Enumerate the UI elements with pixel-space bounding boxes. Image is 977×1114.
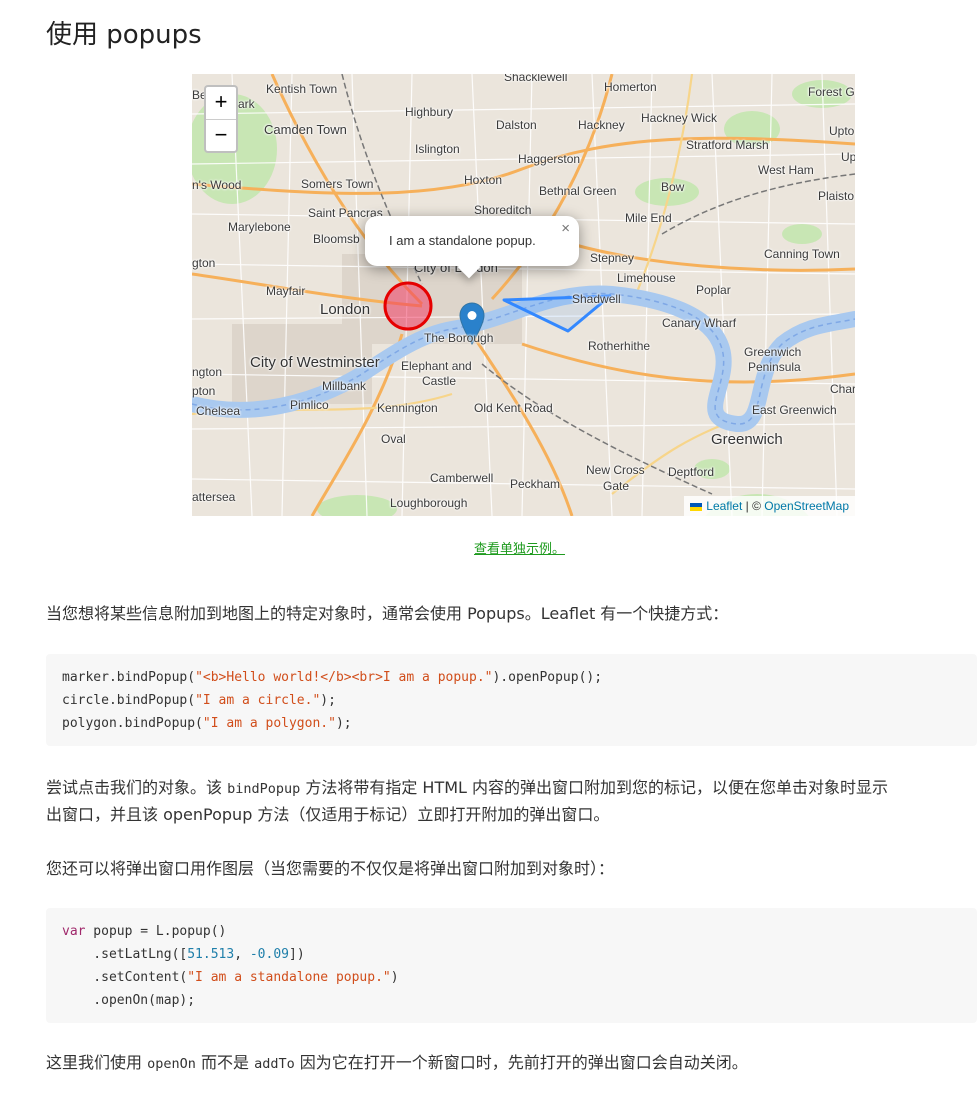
map-label: Elephant and <box>401 359 472 373</box>
map-label: New Cross <box>586 463 645 477</box>
inline-code-addto: addTo <box>254 1056 295 1072</box>
map-label: Mayfair <box>266 284 306 298</box>
map-label: East Greenwich <box>752 403 837 417</box>
circle-overlay[interactable] <box>383 281 433 331</box>
map-label: Shadwell <box>572 292 621 306</box>
map-label: Kentish Town <box>266 82 338 96</box>
map-label: Deptford <box>668 465 715 479</box>
map-label: Kennington <box>377 401 438 415</box>
zoom-in-button[interactable]: + <box>206 87 236 119</box>
standalone-popup: I am a standalone popup. × <box>365 216 579 279</box>
map-label: Hackney Wick <box>641 111 718 125</box>
layer-intro-paragraph: 您还可以将弹出窗口用作图层（当您需要的不仅仅是将弹出窗口附加到对象时）： <box>46 859 615 878</box>
map-label: Char <box>830 382 855 396</box>
map-label: Bloomsb <box>313 232 360 246</box>
map-label: Haggerston <box>518 152 581 166</box>
map-label: Dalston <box>496 118 537 132</box>
map-label: Mile End <box>625 211 672 225</box>
inline-code-openpopup: openPopup <box>163 805 253 824</box>
map-label: Pimlico <box>290 398 329 412</box>
leaflet-link[interactable]: Leaflet <box>706 499 742 513</box>
zoom-out-button[interactable]: − <box>206 119 236 151</box>
map-label: Camden Town <box>264 122 347 137</box>
map-label: Loughborough <box>390 496 468 510</box>
map-label: Peckham <box>510 477 561 491</box>
map-label: Greenwich <box>744 345 802 359</box>
map-label: Greenwich <box>711 431 783 448</box>
explain-paragraph-line2: 出窗口，并且该 openPopup 方法（仅适用于标记）立即打开附加的弹出窗口。 <box>46 805 610 824</box>
map-label: Stepney <box>590 251 635 265</box>
outro-paragraph: 这里我们使用 openOn 而不是 addTo 因为它在打开一个新窗口时，先前打… <box>46 1053 748 1072</box>
map-label: The Borough <box>424 331 494 345</box>
map-label: Hackney <box>578 118 625 132</box>
map-label: Oval <box>381 432 406 446</box>
map-label: Gate <box>603 479 630 493</box>
map-label: Millbank <box>322 379 367 393</box>
map-label: Canning Town <box>764 247 840 261</box>
explain-paragraph-line1: 尝试点击我们的对象。该 bindPopup 方法将带有指定 HTML 内容的弹出… <box>46 778 889 797</box>
map-label: Marylebone <box>228 220 291 234</box>
map-label: Shoreditch <box>474 203 532 217</box>
ukraine-flag-icon <box>690 503 703 511</box>
map-label: Castle <box>422 374 457 388</box>
map-label: Old Kent Road <box>474 401 553 415</box>
inline-code-bindpopup: bindPopup <box>227 781 301 797</box>
map-label: Hoxton <box>464 173 503 187</box>
map-label: Highbury <box>405 105 454 119</box>
popup-close-button[interactable]: × <box>561 220 570 237</box>
map-label: Plaisto <box>818 189 855 203</box>
map-label: Canary Wharf <box>662 316 737 330</box>
map-label: Chelsea <box>196 404 241 418</box>
map-label: City of Westminster <box>250 354 380 371</box>
map-label: Shacklewell <box>504 74 568 84</box>
map-label: Up <box>841 150 855 164</box>
map-label: Somers Town <box>301 177 374 191</box>
map-label: gton <box>192 256 216 270</box>
map-label: Islington <box>415 142 460 156</box>
view-example-link[interactable]: 查看单独示例。 <box>474 538 565 557</box>
map-label: Rotherhithe <box>588 339 651 353</box>
zoom-control: + − <box>204 85 238 153</box>
map-label: Bow <box>661 180 685 194</box>
map-label: Poplar <box>696 283 731 297</box>
map-label: ark <box>238 97 255 111</box>
popup-content: I am a standalone popup. <box>389 233 536 248</box>
map-label: West Ham <box>758 163 814 177</box>
intro-paragraph: 当您想将某些信息附加到地图上的特定对象时，通常会使用 Popups。Leafle… <box>46 604 729 623</box>
map-label: n's Wood <box>192 178 242 192</box>
map-label: Homerton <box>604 80 657 94</box>
page-title: 使用 popups <box>46 20 202 50</box>
leaflet-map[interactable]: Shacklewell Homerton Forest G Kentish To… <box>192 74 855 516</box>
map-label: Stratford Marsh <box>686 138 769 152</box>
openstreetmap-link[interactable]: OpenStreetMap <box>764 499 849 513</box>
map-label: Upto <box>829 124 855 138</box>
map-label: Camberwell <box>430 471 494 485</box>
map-label: Peninsula <box>748 360 801 374</box>
map-attribution: Leaflet | © OpenStreetMap <box>684 496 855 516</box>
map-label: Limehouse <box>617 271 676 285</box>
code-block-standalone-popup: var popup = L.popup() .setLatLng([51.513… <box>46 908 977 1023</box>
map-label: attersea <box>192 490 236 504</box>
inline-code-openon: openOn <box>147 1056 196 1072</box>
map-label: Bethnal Green <box>539 184 617 198</box>
map-label: ngton <box>192 365 223 379</box>
map-label: Forest G <box>808 85 855 99</box>
map-label: London <box>320 301 371 318</box>
code-block-bindpopup: marker.bindPopup("<b>Hello world!</b><br… <box>46 654 977 746</box>
map-label: pton <box>192 384 216 398</box>
